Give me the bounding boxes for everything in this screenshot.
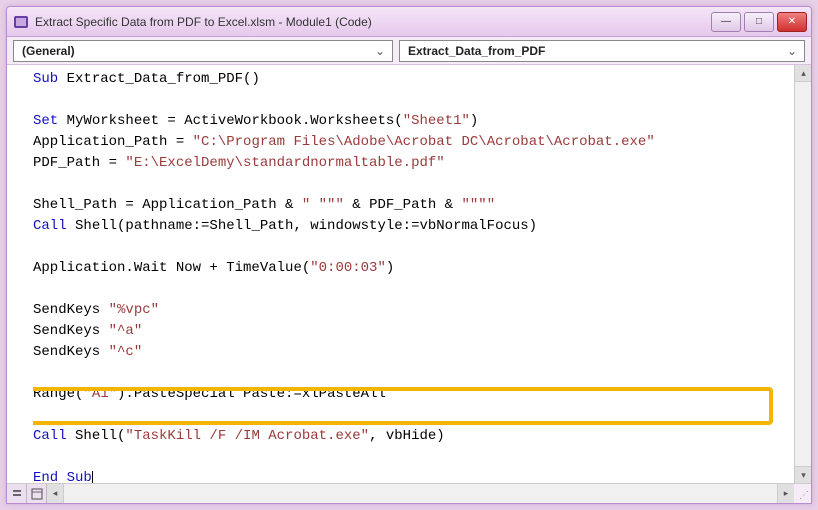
vertical-scrollbar[interactable]: ▴ ▾ xyxy=(794,65,811,483)
scroll-right-button[interactable]: ▸ xyxy=(777,484,794,503)
code-viewport: Sub Extract_Data_from_PDF() Set MyWorksh… xyxy=(33,69,793,483)
procedure-view-button[interactable] xyxy=(7,484,27,503)
scroll-up-button[interactable]: ▴ xyxy=(795,65,811,82)
object-dropdown[interactable]: (General) ⌄ xyxy=(13,40,393,62)
caret-down-icon: ▾ xyxy=(801,470,806,481)
dropdown-row: (General) ⌄ Extract_Data_from_PDF ⌄ xyxy=(7,37,811,65)
bottom-bar: ◂ ▸ ⋰ xyxy=(7,483,811,503)
caret-up-icon: ▴ xyxy=(801,68,806,79)
window-title: Extract Specific Data from PDF to Excel.… xyxy=(35,15,711,29)
chevron-down-icon: ⌄ xyxy=(784,44,800,58)
vba-code-window: Extract Specific Data from PDF to Excel.… xyxy=(6,6,812,504)
view-mode-icons xyxy=(7,484,47,503)
titlebar[interactable]: Extract Specific Data from PDF to Excel.… xyxy=(7,7,811,37)
full-module-view-button[interactable] xyxy=(27,484,47,503)
minimize-icon: — xyxy=(721,16,731,27)
text-cursor xyxy=(92,471,93,483)
chevron-down-icon: ⌄ xyxy=(372,44,388,58)
horizontal-scrollbar[interactable]: ◂ ▸ xyxy=(47,484,794,503)
app-icon xyxy=(13,14,29,30)
procedure-dropdown[interactable]: Extract_Data_from_PDF ⌄ xyxy=(399,40,805,62)
code-text: Sub Extract_Data_from_PDF() Set MyWorksh… xyxy=(33,69,793,483)
close-button[interactable]: ✕ xyxy=(777,12,807,32)
scroll-left-button[interactable]: ◂ xyxy=(47,484,64,503)
scroll-down-button[interactable]: ▾ xyxy=(795,466,811,483)
resize-grip[interactable]: ⋰ xyxy=(794,484,811,503)
close-icon: ✕ xyxy=(788,16,796,27)
procedure-dropdown-value: Extract_Data_from_PDF xyxy=(408,44,784,58)
maximize-button[interactable]: □ xyxy=(744,12,774,32)
code-editor[interactable]: Sub Extract_Data_from_PDF() Set MyWorksh… xyxy=(7,65,811,503)
caret-left-icon: ◂ xyxy=(53,488,58,499)
caret-right-icon: ▸ xyxy=(784,488,789,499)
grip-icon: ⋰ xyxy=(799,490,809,501)
maximize-icon: □ xyxy=(756,16,762,27)
minimize-button[interactable]: — xyxy=(711,12,741,32)
object-dropdown-value: (General) xyxy=(22,44,372,58)
window-controls: — □ ✕ xyxy=(711,12,807,32)
